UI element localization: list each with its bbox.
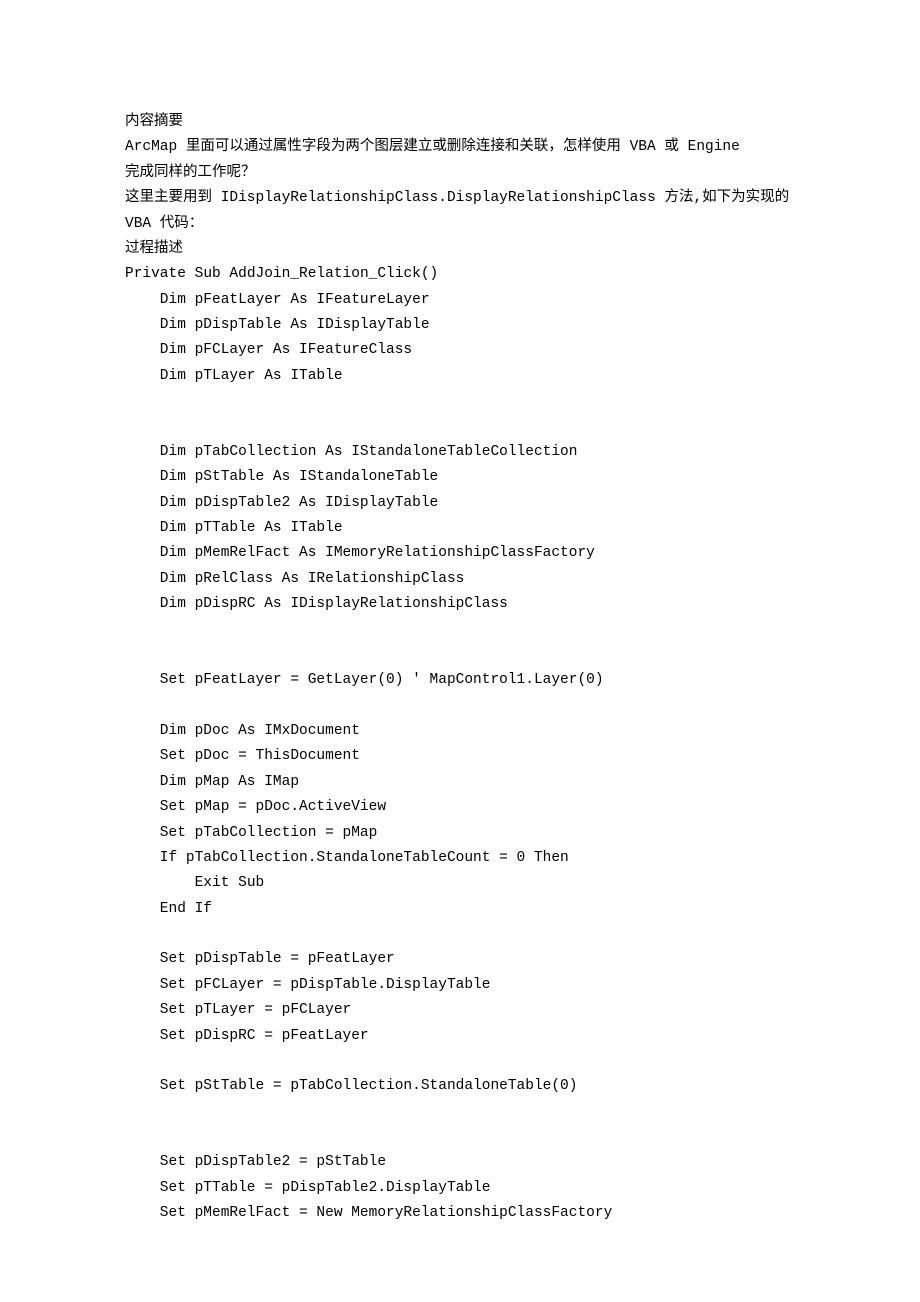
document-page: 内容摘要ArcMap 里面可以通过属性字段为两个图层建立或删除连接和关联，怎样使… [0,0,920,1302]
code-line: Set pTabCollection = pMap [125,821,795,846]
code-line: Set pTLayer = pFCLayer [125,998,795,1023]
code-line: Set pMap = pDoc.ActiveView [125,795,795,820]
code-line: Dim pDoc As IMxDocument [125,719,795,744]
blank-line [125,643,795,668]
code-line: Dim pTLayer As ITable [125,364,795,389]
code-line: Dim pStTable As IStandaloneTable [125,465,795,490]
code-line: 过程描述 [125,237,795,262]
code-line: Set pDoc = ThisDocument [125,744,795,769]
blank-line [125,389,795,414]
blank-line [125,618,795,643]
code-line: End If [125,897,795,922]
code-line: Set pFeatLayer = GetLayer(0) ' MapContro… [125,668,795,693]
code-line: Dim pDispRC As IDisplayRelationshipClass [125,592,795,617]
code-line: Set pDispTable2 = pStTable [125,1150,795,1175]
code-line: Set pMemRelFact = New MemoryRelationship… [125,1201,795,1226]
code-line: Exit Sub [125,871,795,896]
blank-line [125,922,795,947]
blank-line [125,1125,795,1150]
code-line: 内容摘要 [125,110,795,135]
code-line: Dim pFeatLayer As IFeatureLayer [125,288,795,313]
code-line: Dim pFCLayer As IFeatureClass [125,338,795,363]
blank-line [125,1049,795,1074]
code-line: Set pDispTable = pFeatLayer [125,947,795,972]
blank-line [125,1100,795,1125]
code-line: ArcMap 里面可以通过属性字段为两个图层建立或删除连接和关联，怎样使用 VB… [125,135,795,160]
code-line: Dim pRelClass As IRelationshipClass [125,567,795,592]
code-line: If pTabCollection.StandaloneTableCount =… [125,846,795,871]
blank-line [125,415,795,440]
code-line: VBA 代码： [125,212,795,237]
code-line: Dim pDispTable2 As IDisplayTable [125,491,795,516]
code-line: Dim pMap As IMap [125,770,795,795]
code-line: Set pStTable = pTabCollection.Standalone… [125,1074,795,1099]
code-line: Set pFCLayer = pDispTable.DisplayTable [125,973,795,998]
code-line: 这里主要用到 IDisplayRelationshipClass.Display… [125,186,795,211]
code-line: Dim pDispTable As IDisplayTable [125,313,795,338]
code-line: Dim pTabCollection As IStandaloneTableCo… [125,440,795,465]
code-line: Dim pTTable As ITable [125,516,795,541]
code-line: Private Sub AddJoin_Relation_Click() [125,262,795,287]
code-line: Set pDispRC = pFeatLayer [125,1024,795,1049]
blank-line [125,694,795,719]
code-line: Dim pMemRelFact As IMemoryRelationshipCl… [125,541,795,566]
code-line: Set pTTable = pDispTable2.DisplayTable [125,1176,795,1201]
code-content: 内容摘要ArcMap 里面可以通过属性字段为两个图层建立或删除连接和关联，怎样使… [125,110,795,1227]
code-line: 完成同样的工作呢？ [125,161,795,186]
